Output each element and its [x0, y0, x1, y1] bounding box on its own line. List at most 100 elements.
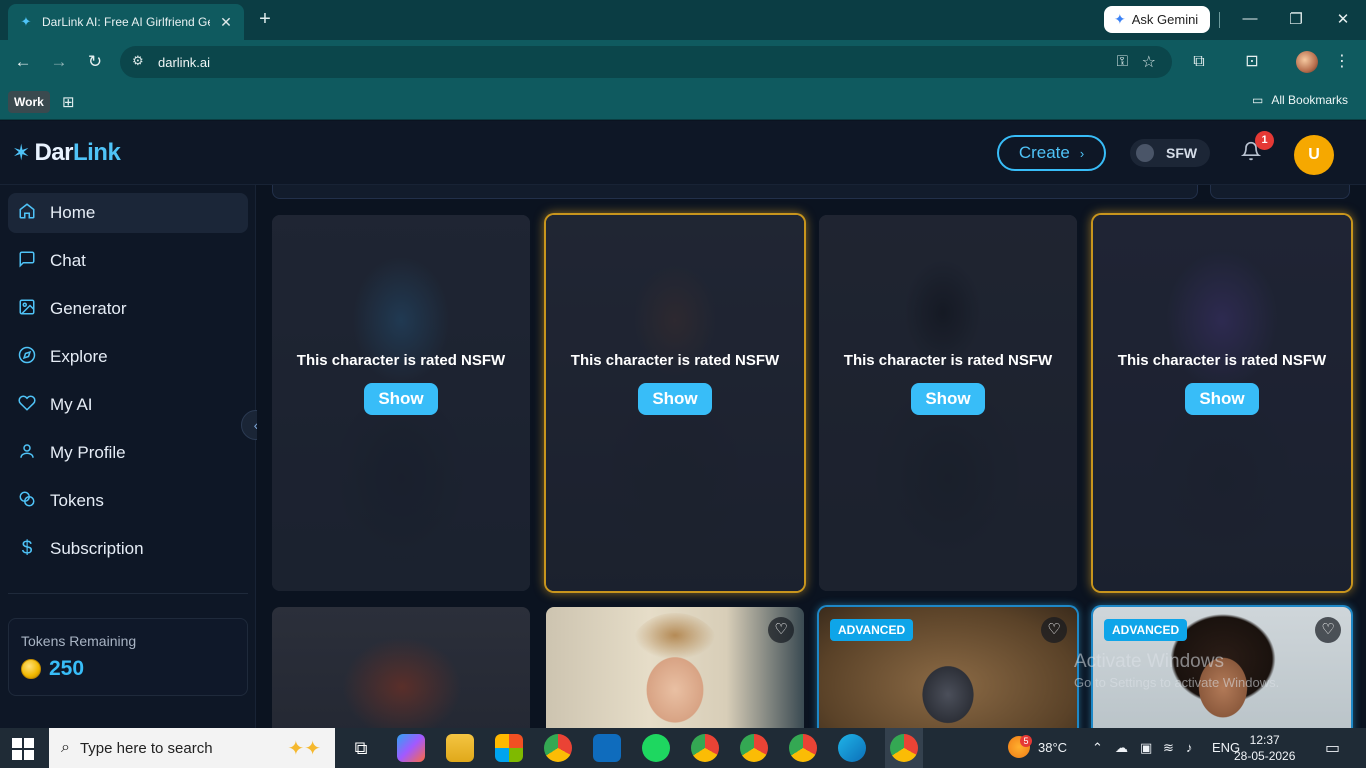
tab-title: DarLink AI: Free AI Girlfriend Ge	[42, 15, 210, 29]
extensions-icon[interactable]: ⧉	[1189, 52, 1209, 72]
favorite-heart-icon[interactable]: ♡	[1041, 617, 1067, 643]
nsfw-warning-text: This character is rated NSFW	[296, 351, 506, 369]
show-button[interactable]: Show	[911, 382, 985, 415]
chrome-profile-icon[interactable]	[740, 734, 768, 762]
tokens-remaining-card: Tokens Remaining 250	[8, 618, 248, 696]
activate-windows-watermark: Activate Windows Go to Settings to activ…	[1074, 651, 1279, 690]
favorite-heart-icon[interactable]: ♡	[768, 617, 794, 643]
character-card[interactable]: ♡	[546, 607, 804, 728]
sidebar-item-subscription[interactable]: $ Subscription	[8, 529, 248, 569]
sidebar-item-chat[interactable]: Chat	[8, 241, 248, 281]
advanced-badge: ADVANCED	[830, 619, 914, 641]
close-tab-icon[interactable]: ✕	[218, 14, 234, 31]
heart-icon	[18, 394, 36, 417]
chrome-profile-icon[interactable]	[691, 734, 719, 762]
forward-arrow-icon[interactable]: →	[49, 52, 69, 72]
close-window-icon[interactable]: ✕	[1333, 10, 1353, 28]
tokens-remaining-value: 250	[49, 657, 85, 680]
sidebar-item-tokens[interactable]: Tokens	[8, 481, 248, 521]
reload-icon[interactable]: ↻	[85, 52, 105, 72]
show-button[interactable]: Show	[1185, 382, 1259, 415]
file-explorer-icon[interactable]	[446, 734, 474, 762]
sidebar-item-label: Explore	[50, 347, 108, 366]
cloud-icon[interactable]: ☁	[1115, 740, 1128, 756]
sidebar-item-generator[interactable]: Generator	[8, 289, 248, 329]
image-icon	[18, 298, 36, 321]
sidebar-item-label: Tokens	[50, 491, 104, 510]
character-card-nsfw[interactable]: This character is rated NSFW Show	[272, 215, 530, 591]
spotify-icon[interactable]	[642, 734, 670, 762]
ask-gemini-button[interactable]: ✦ Ask Gemini	[1104, 6, 1211, 33]
character-card[interactable]	[272, 607, 530, 728]
url-text[interactable]: darlink.ai	[158, 55, 210, 70]
app-header: ✶ DarLink Create › SFW U	[0, 121, 1366, 185]
darlink-logo[interactable]: ✶ DarLink	[12, 139, 121, 167]
new-tab-button[interactable]: +	[254, 8, 276, 30]
favorite-heart-icon[interactable]: ♡	[1315, 617, 1341, 643]
windows-start-icon[interactable]	[12, 738, 34, 760]
character-card-nsfw[interactable]: This character is rated NSFW Show	[819, 215, 1077, 591]
wifi-icon[interactable]: ≋	[1163, 740, 1174, 756]
all-bookmarks-button[interactable]: ▭ All Bookmarks	[1252, 93, 1348, 107]
chrome-profile-icon[interactable]	[789, 734, 817, 762]
user-avatar[interactable]: U	[1294, 135, 1334, 175]
copilot-icon[interactable]	[397, 734, 425, 762]
sidebar-item-my-ai[interactable]: My AI	[8, 385, 248, 425]
chrome-icon[interactable]	[544, 734, 572, 762]
blurred-portrait	[342, 637, 462, 728]
task-view-icon[interactable]: ⧉	[347, 734, 375, 762]
sfw-label: SFW	[1166, 145, 1198, 161]
search-highlight-icon: ✦✦	[287, 737, 321, 760]
active-chrome-window[interactable]	[885, 728, 923, 768]
compass-icon	[18, 346, 36, 369]
tab-search-icon[interactable]: ⊡	[1242, 52, 1262, 72]
nsfw-warning-text: This character is rated NSFW	[1117, 351, 1327, 369]
watermark-line1: Activate Windows	[1074, 651, 1224, 672]
show-button[interactable]: Show	[364, 382, 438, 415]
divider	[8, 593, 248, 594]
microsoft-store-icon[interactable]	[495, 734, 523, 762]
menu-kebab-icon[interactable]: ⋮	[1332, 52, 1352, 72]
create-button[interactable]: Create ›	[997, 135, 1106, 171]
sidebar-item-my-profile[interactable]: My Profile	[8, 433, 248, 473]
sidebar-item-home[interactable]: Home	[8, 193, 248, 233]
work-profile-chip[interactable]: Work	[8, 91, 50, 113]
chevron-up-icon[interactable]: ⌃	[1092, 740, 1103, 756]
taskbar-search-input[interactable]: ⌕ Type here to search ✦✦	[49, 728, 335, 768]
password-key-icon[interactable]: ⚿	[1117, 53, 1128, 70]
show-button[interactable]: Show	[638, 382, 712, 415]
character-card-nsfw[interactable]: This character is rated NSFW Show	[1093, 215, 1351, 591]
search-input[interactable]	[272, 185, 1198, 199]
character-card[interactable]: ADVANCED ♡	[819, 607, 1077, 728]
advanced-badge: ADVANCED	[1104, 619, 1188, 641]
edge-icon[interactable]	[838, 734, 866, 762]
meet-now-icon[interactable]: ▣	[1140, 740, 1152, 756]
browser-profile-avatar[interactable]	[1296, 51, 1318, 73]
filter-dropdown[interactable]	[1210, 185, 1350, 199]
bookmark-star-icon[interactable]: ☆	[1142, 52, 1156, 72]
character-portrait	[903, 631, 993, 728]
apps-grid-icon[interactable]: ⊞	[62, 93, 75, 111]
browser-toolbar: ← → ↻ ⚙ darlink.ai ⚿ ☆ ⧉ ⊡ ⋮	[0, 40, 1366, 84]
site-settings-icon[interactable]: ⚙	[132, 53, 144, 69]
notification-center-icon[interactable]: ▭	[1325, 738, 1340, 758]
taskbar-clock[interactable]: 12:37 28-05-2026	[1234, 732, 1295, 764]
address-bar[interactable]: ⚙ darlink.ai ⚿ ☆	[120, 46, 1172, 78]
sidebar: Home Chat Generator Explore My AI My Pro…	[0, 185, 256, 728]
character-card-nsfw[interactable]: This character is rated NSFW Show	[546, 215, 804, 591]
weather-alert-badge: 5	[1020, 735, 1032, 747]
volume-icon[interactable]: ♪	[1186, 740, 1193, 755]
logo-dar: Dar	[34, 139, 73, 166]
browser-tab[interactable]: ✦ DarLink AI: Free AI Girlfriend Ge ✕	[8, 4, 244, 40]
toggle-knob	[1136, 144, 1154, 162]
ask-gemini-label: Ask Gemini	[1131, 12, 1199, 27]
sidebar-item-explore[interactable]: Explore	[8, 337, 248, 377]
sfw-toggle[interactable]: SFW	[1130, 139, 1210, 167]
all-bookmarks-label: All Bookmarks	[1271, 93, 1349, 107]
minimize-icon[interactable]: —	[1240, 10, 1260, 27]
outlook-icon[interactable]	[593, 734, 621, 762]
restore-icon[interactable]: ❐	[1286, 10, 1306, 28]
search-icon: ⌕	[61, 739, 70, 756]
weather-temp[interactable]: 38°C	[1038, 740, 1067, 755]
back-arrow-icon[interactable]: ←	[13, 52, 33, 72]
